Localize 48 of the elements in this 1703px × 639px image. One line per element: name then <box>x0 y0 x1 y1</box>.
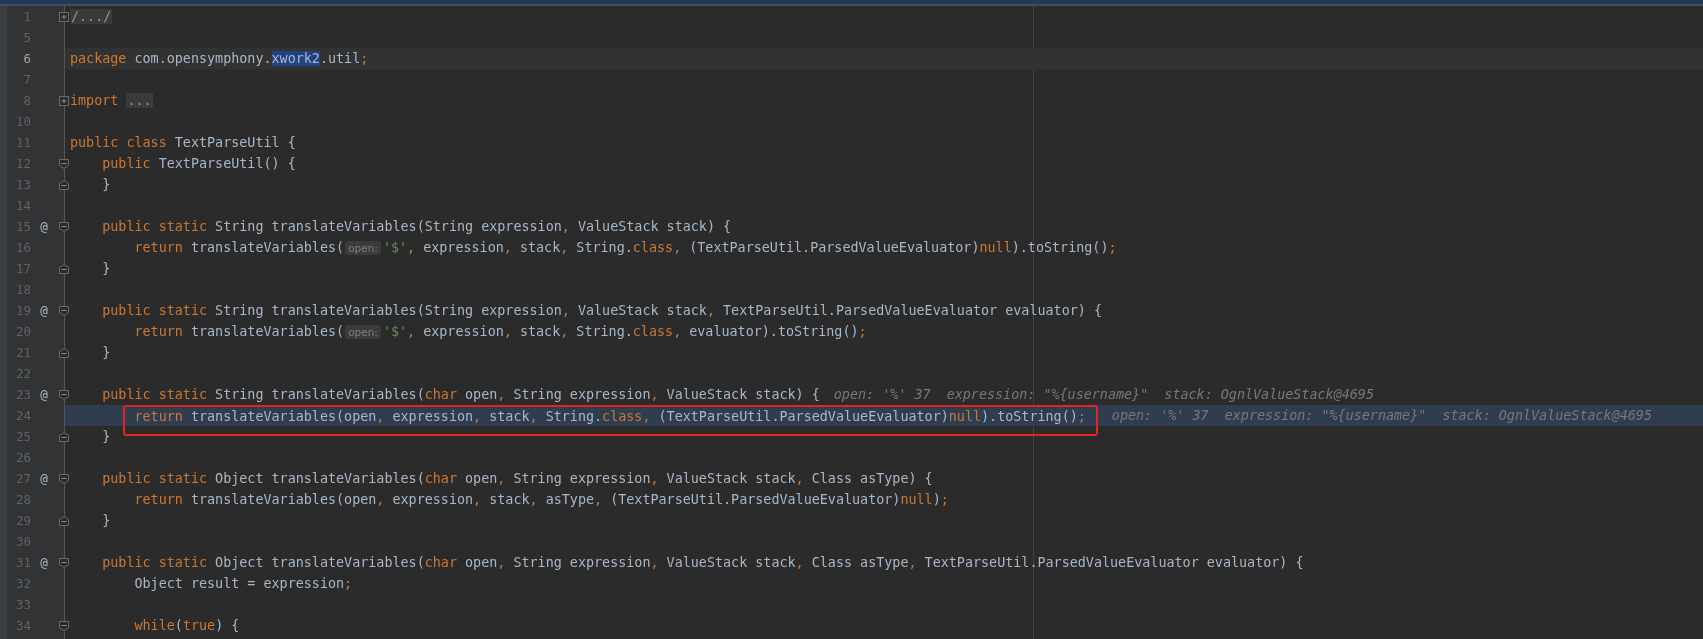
parameter-hint: open: <box>345 240 381 255</box>
at-sign-marker[interactable]: @ <box>40 387 48 402</box>
code-text: } <box>101 429 111 444</box>
code-text: public static String translateVariables(String expression, ValueStack stack, TextParseUtil.ParsedValueEvaluator evaluator) { <box>101 303 1102 318</box>
debug-inline-values: open: '%' 37 expression: "%{username}" stack: OgnlValueStack@4695 <box>833 387 1374 402</box>
code-text: return translateVariables( <box>133 240 345 255</box>
parameter-hint: open: <box>345 324 381 339</box>
fold-icon[interactable] <box>59 620 69 631</box>
code-text: return translateVariables( <box>133 324 345 339</box>
code-text: '$', expression, stack, String.class, evaluator).toString(); <box>382 324 867 339</box>
plus-box-icon[interactable] <box>59 11 69 22</box>
code-text: import <box>70 93 119 108</box>
code-text: package com.opensymphony.xwork2.util; <box>70 51 369 66</box>
at-sign-marker[interactable]: @ <box>40 471 48 486</box>
fold-icon[interactable] <box>59 431 69 442</box>
code-text: while(true) { <box>133 618 240 633</box>
fold-icon[interactable] <box>59 515 69 526</box>
fold-icon[interactable] <box>59 221 69 232</box>
code-text: public static Object translateVariables(char open, String expression, ValueStack stack, Class asType, TextParseUtil.ParsedValueEvaluator evaluator) { <box>101 555 1304 570</box>
debug-inline-values: open: '%' 37 expression: "%{username}" stack: OgnlValueStack@4695 <box>1111 408 1652 423</box>
fold-icon[interactable] <box>59 263 69 274</box>
code-text: public static String translateVariables(char open, String expression, ValueStack stack) { <box>101 387 820 402</box>
line-number: 6 <box>23 51 31 66</box>
fold-icon[interactable] <box>59 158 69 169</box>
at-sign-marker[interactable]: @ <box>40 555 48 570</box>
code-text: public TextParseUtil() { <box>101 156 296 171</box>
fold-icon[interactable] <box>59 179 69 190</box>
code-text: } <box>101 345 111 360</box>
fold-icon[interactable] <box>59 473 69 484</box>
code-text: } <box>101 177 111 192</box>
code-text: public static String translateVariables(String expression, ValueStack stack) { <box>101 219 732 234</box>
fold-icon[interactable] <box>59 347 69 358</box>
code-text: public static Object translateVariables(char open, String expression, ValueStack stack, Class asType) { <box>101 471 933 486</box>
fold-icon[interactable] <box>59 389 69 400</box>
folded-code[interactable]: /.../ <box>70 9 113 24</box>
fold-icon[interactable] <box>59 305 69 316</box>
code-text: } <box>101 261 111 276</box>
code-text: return translateVariables(open, expression, stack, String.class, (TextParseUtil.ParsedValueEvaluator)null).toString(); <box>134 408 1086 426</box>
plus-box-icon[interactable] <box>59 95 69 106</box>
code-text: public class TextParseUtil { <box>70 135 296 150</box>
code-text: Object result = expression; <box>133 576 353 591</box>
code-text: } <box>101 513 111 528</box>
at-sign-marker[interactable]: @ <box>40 219 48 234</box>
folded-code[interactable]: ... <box>126 93 153 108</box>
code-text: '$', expression, stack, String.class, (TextParseUtil.ParsedValueEvaluator)null).toString(); <box>382 240 1117 255</box>
at-sign-marker[interactable]: @ <box>40 303 48 318</box>
fold-icon[interactable] <box>59 557 69 568</box>
code-text: return translateVariables(open, expression, stack, asType, (TextParseUtil.ParsedValueEvaluator)null); <box>133 492 949 507</box>
